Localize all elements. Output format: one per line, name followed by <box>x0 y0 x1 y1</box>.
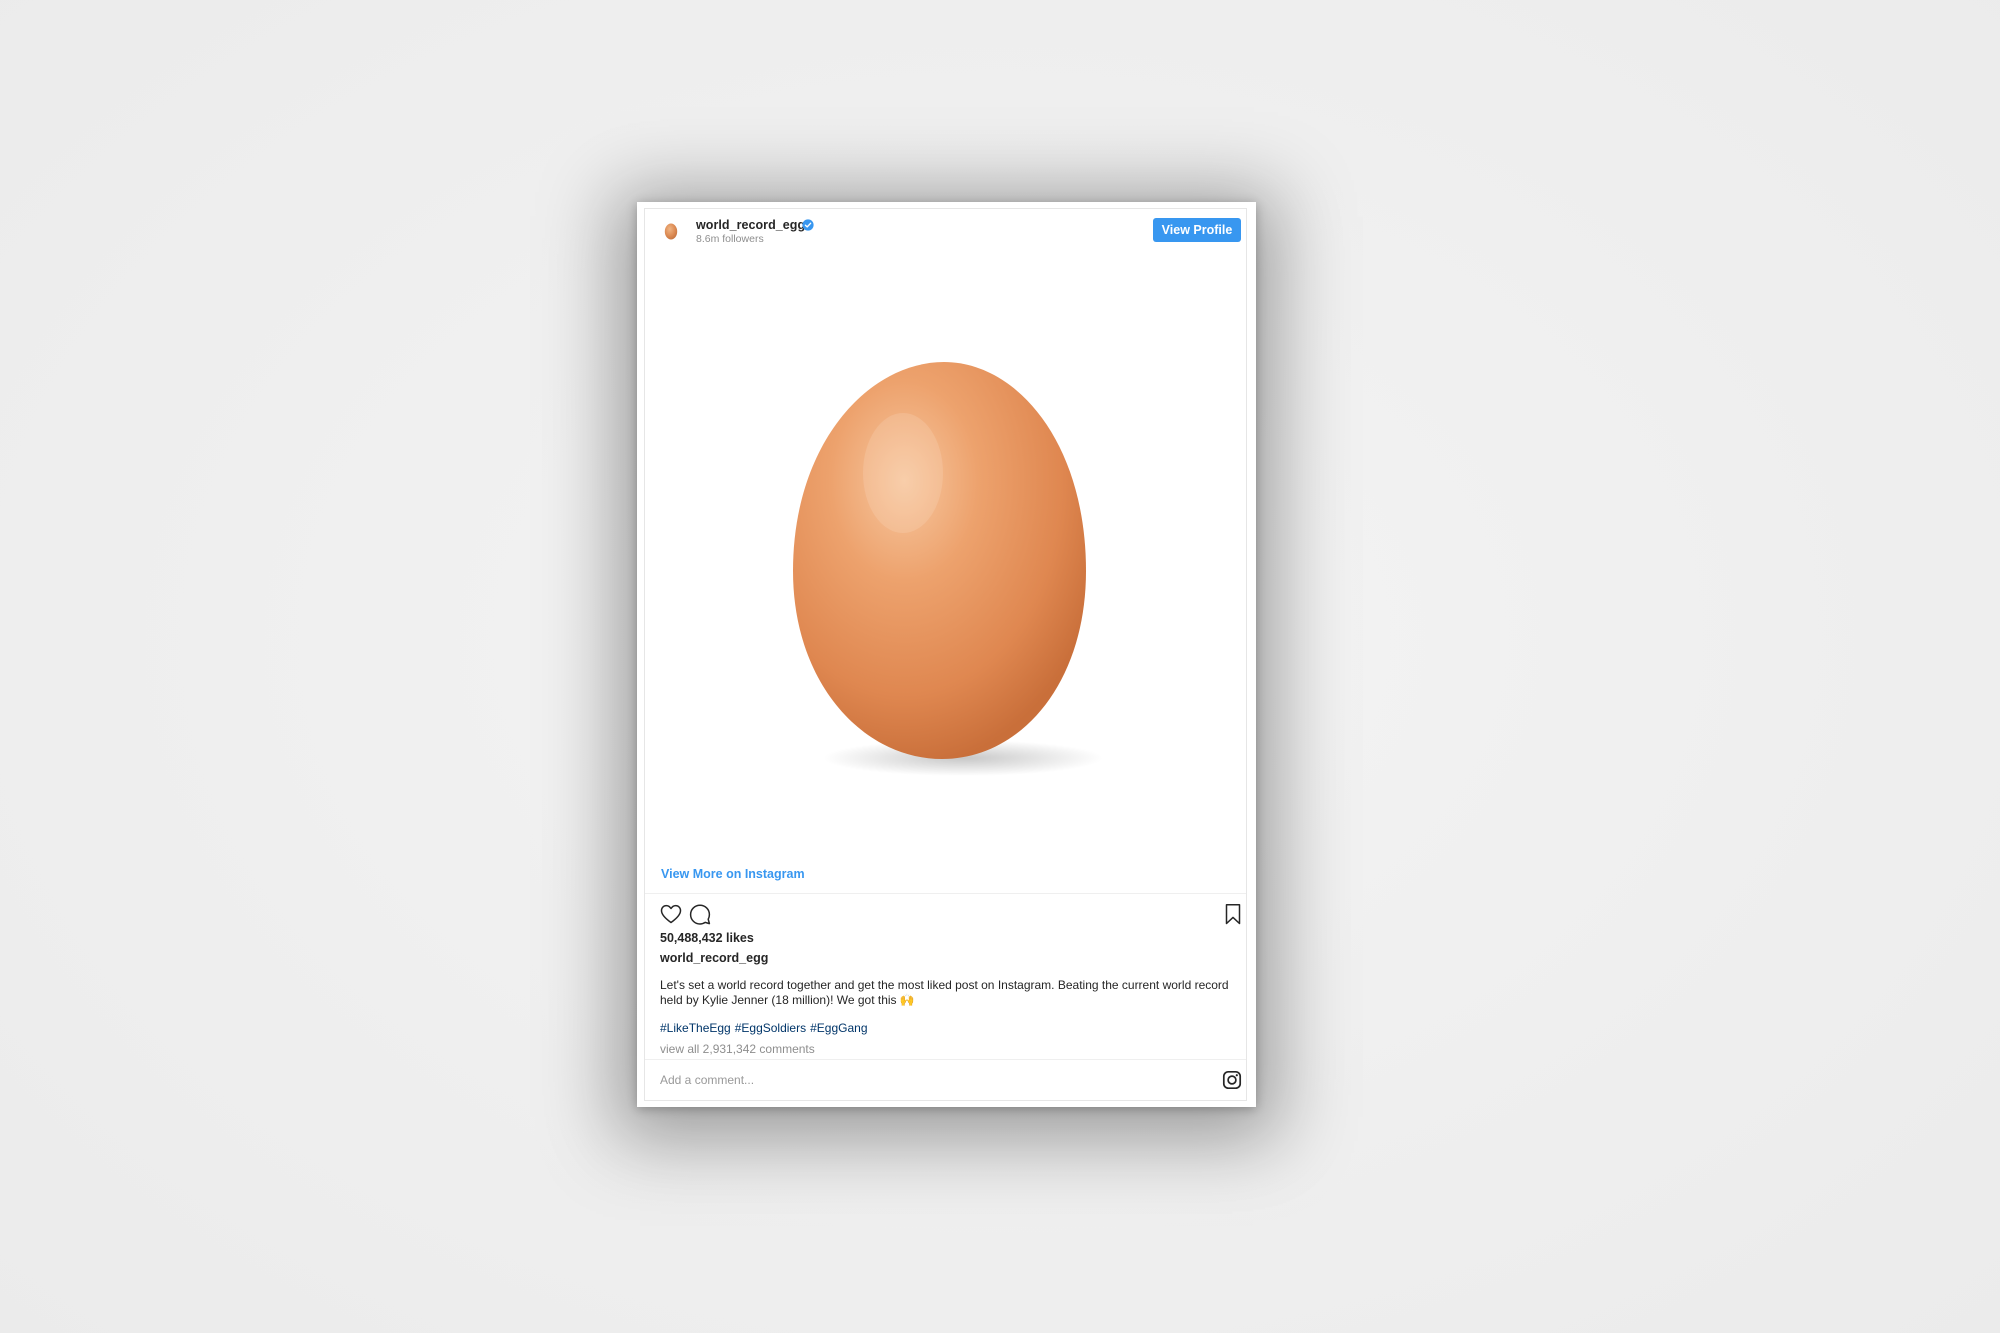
view-profile-button[interactable]: View Profile <box>1153 218 1241 242</box>
egg-avatar[interactable] <box>660 220 682 242</box>
view-more-on-instagram-link[interactable]: View More on Instagram <box>661 867 805 881</box>
add-comment-input[interactable] <box>660 1069 1180 1091</box>
hashtag-link[interactable]: #LikeTheEgg <box>660 1021 731 1035</box>
view-all-comments-link[interactable]: view all 2,931,342 comments <box>660 1042 815 1056</box>
post-photo-egg[interactable] <box>645 253 1246 855</box>
instagram-embed-frame: world_record_egg 8.6m followers View Pro… <box>637 202 1256 1107</box>
follower-count: 8.6m followers <box>696 233 764 245</box>
instagram-icon[interactable] <box>1222 1070 1242 1090</box>
instagram-post-card: world_record_egg 8.6m followers View Pro… <box>644 208 1247 1101</box>
caption-username[interactable]: world_record_egg <box>660 951 768 965</box>
like-count[interactable]: 50,488,432 likes <box>660 931 754 945</box>
comment-bubble-icon[interactable] <box>688 902 712 926</box>
hashtag-list: #LikeTheEgg #EggSoldiers #EggGang <box>660 1021 872 1035</box>
divider <box>645 1059 1246 1060</box>
bookmark-icon[interactable] <box>1221 902 1245 926</box>
hashtag-link[interactable]: #EggSoldiers <box>735 1021 806 1035</box>
heart-icon[interactable] <box>659 902 683 926</box>
post-caption: Let's set a world record together and ge… <box>660 978 1229 1007</box>
divider <box>645 893 1246 894</box>
verified-badge-icon <box>802 219 814 231</box>
post-username[interactable]: world_record_egg <box>696 218 805 232</box>
hashtag-link[interactable]: #EggGang <box>810 1021 867 1035</box>
post-header: world_record_egg 8.6m followers View Pro… <box>645 209 1246 253</box>
